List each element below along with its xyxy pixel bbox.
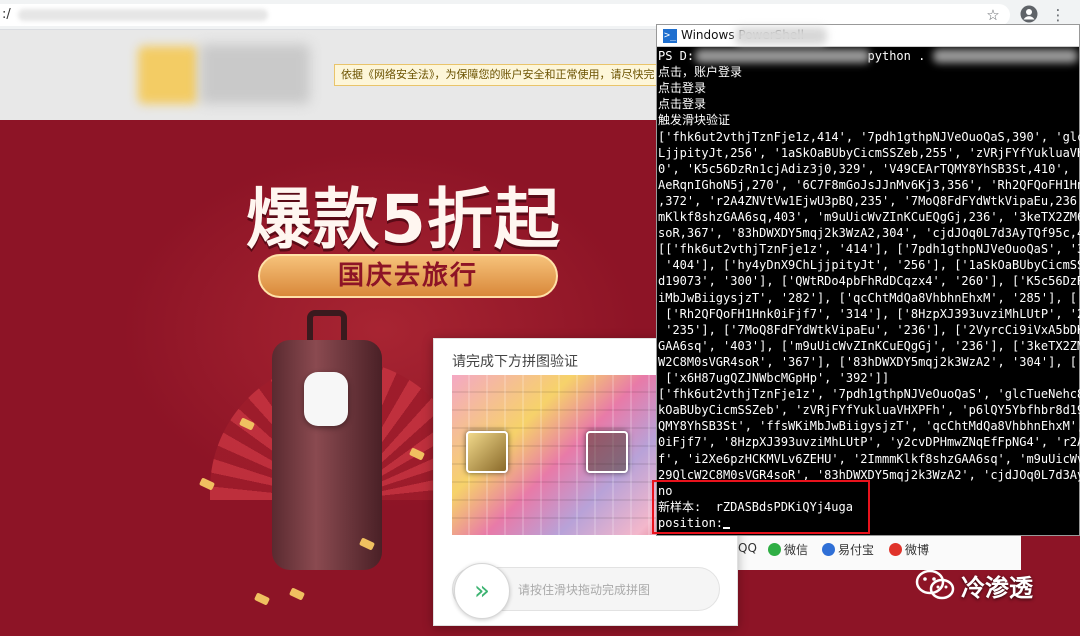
redacted-logo <box>138 46 198 104</box>
wechat-icon <box>768 543 781 556</box>
account-icon[interactable] <box>1019 5 1039 25</box>
console-line: d19073', '300'], ['QWtRDo4pbFhRdDCqzx4',… <box>658 274 1080 289</box>
console-line: 0', 'K5c56DzRn1cjAdiz3j0,329', 'V49CEArT… <box>658 161 1080 176</box>
weibo-icon <box>889 543 902 556</box>
confetti <box>253 592 271 606</box>
console-line: [['fhk6ut2vthjTznFje1z', '414'], ['7pdh1… <box>658 242 1080 257</box>
console-line: 点击登录 <box>658 81 707 96</box>
earbuds-case-image <box>304 372 348 426</box>
redacted-title <box>735 27 827 45</box>
redacted-logo-text <box>200 44 310 104</box>
console-line: kOaBUbyCicmSSZeb', 'zVRjFYfYukluaVHXPFh'… <box>658 403 1080 418</box>
address-bar-text: :/ <box>2 7 11 22</box>
console-line: iMbJwBiigysjzT', '282'], ['qcChtMdQa8Vhb… <box>658 290 1080 305</box>
screenshot-root: :/ ☆ ⋮ 依据《网络安全法》，为保障您的账户安全和正常使用，请尽快完 爆款5… <box>0 0 1080 636</box>
promo-subheadline-pill: 国庆去旅行 <box>258 254 558 298</box>
slider-hint: 请按住滑块拖动完成拼图 <box>518 583 651 597</box>
powershell-console[interactable]: PS D: python . 点击，账户登录 点击登录 点击登录 触发滑块验证 ['fhk… <box>657 47 1080 537</box>
console-line: mKlkf8shzGAA6sq,403', 'm9uUicWvZInKCuEQg… <box>658 210 1080 224</box>
powershell-window[interactable]: >_ Windows PowerShell PS D: python .点击，账… <box>656 24 1080 536</box>
console-line: QMY8YhSB3St', 'ffsWKiMbJwBiigysjzT', 'qc… <box>658 419 1080 434</box>
puzzle-slot <box>586 431 628 473</box>
powershell-icon: >_ <box>663 29 677 43</box>
menu-dots-icon[interactable]: ⋮ <box>1048 5 1068 25</box>
console-line: ,372', 'r2A4ZNVtVw1EjwU3pBQ,235', '7MoQ8… <box>658 193 1080 208</box>
console-line: f', 'i2Xe6pzHCKMVLv6ZEHU', '2ImmmKlkf8sh… <box>658 451 1080 466</box>
yifubao-icon <box>822 543 835 556</box>
promo-headline: 爆款5折起 <box>246 181 561 258</box>
social-link-weibo[interactable]: 微博 <box>889 541 929 558</box>
security-notice: 依据《网络安全法》，为保障您的账户安全和正常使用，请尽快完 <box>334 64 664 86</box>
highlight-box <box>652 480 870 534</box>
slider-handle[interactable]: » <box>454 563 510 619</box>
console-line: ['fhk6ut2vthjTznFje1z', '7pdh1gthpNJVeOu… <box>658 387 1080 402</box>
console-line: W2C8M0sVGR4soR', '367'], ['83hDWXDY5mqj2… <box>658 354 1080 369</box>
console-line: ['x6H87ugQZJNWbcMGpHp', '392']] <box>658 371 890 385</box>
console-line: 点击，账户登录 <box>658 65 743 80</box>
address-bar[interactable]: :/ <box>0 4 1010 26</box>
redacted-url <box>18 9 268 21</box>
promo-subheadline: 国庆去旅行 <box>337 261 478 291</box>
console-line: 触发滑块验证 <box>658 113 731 128</box>
wechat-logo-icon <box>915 569 955 600</box>
console-line: '404'], ['hy4yDnX9ChLjjpityJt', '256'], … <box>658 258 1080 273</box>
star-icon[interactable]: ☆ <box>983 5 1003 25</box>
redacted-path <box>933 49 1078 63</box>
console-line: 0iFjf7', '8HzpXJ393uvziMhLUtP', 'y2cvDPH… <box>658 435 1080 450</box>
console-line: 点击登录 <box>658 97 707 112</box>
console-line: GAA6sq', '403'], ['m9uUicWvZInKCuEQgGj',… <box>658 338 1080 353</box>
social-link-wechat[interactable]: 微信 <box>768 541 808 558</box>
social-link-qq[interactable]: QQ <box>738 541 757 555</box>
puzzle-piece[interactable] <box>466 431 508 473</box>
social-link-yifubao[interactable]: 易付宝 <box>822 541 874 558</box>
confetti <box>288 587 306 601</box>
captcha-title: 请完成下方拼图验证 <box>452 354 578 370</box>
watermark-text: 冷渗透 <box>961 574 1033 602</box>
powershell-titlebar[interactable]: >_ Windows PowerShell <box>657 25 1079 47</box>
console-line: ['fhk6ut2vthjTznFje1z,414', '7pdh1gthpNJ… <box>658 129 1080 144</box>
console-line: soR,367', '83hDWXDY5mqj2k3WzA2,304', 'cj… <box>658 226 1080 241</box>
redacted-path <box>695 49 870 63</box>
console-line: AeRqnIGhoN5j,270', '6C7F8mGoJsJJnMv6Kj3,… <box>658 177 1080 192</box>
console-line: LjjpityJt,256', '1aSkOaBUbyCicmSSZeb,255… <box>658 145 1080 160</box>
console-line: '235'], ['7MoQ8FdFYdWtkVipaEu', '236'], … <box>658 322 1080 337</box>
suitcase-handle <box>307 310 347 344</box>
console-line: ['Rh2QFQoFH1Hnk0iFjf7', '314'], ['8HzpXJ… <box>658 306 1080 321</box>
